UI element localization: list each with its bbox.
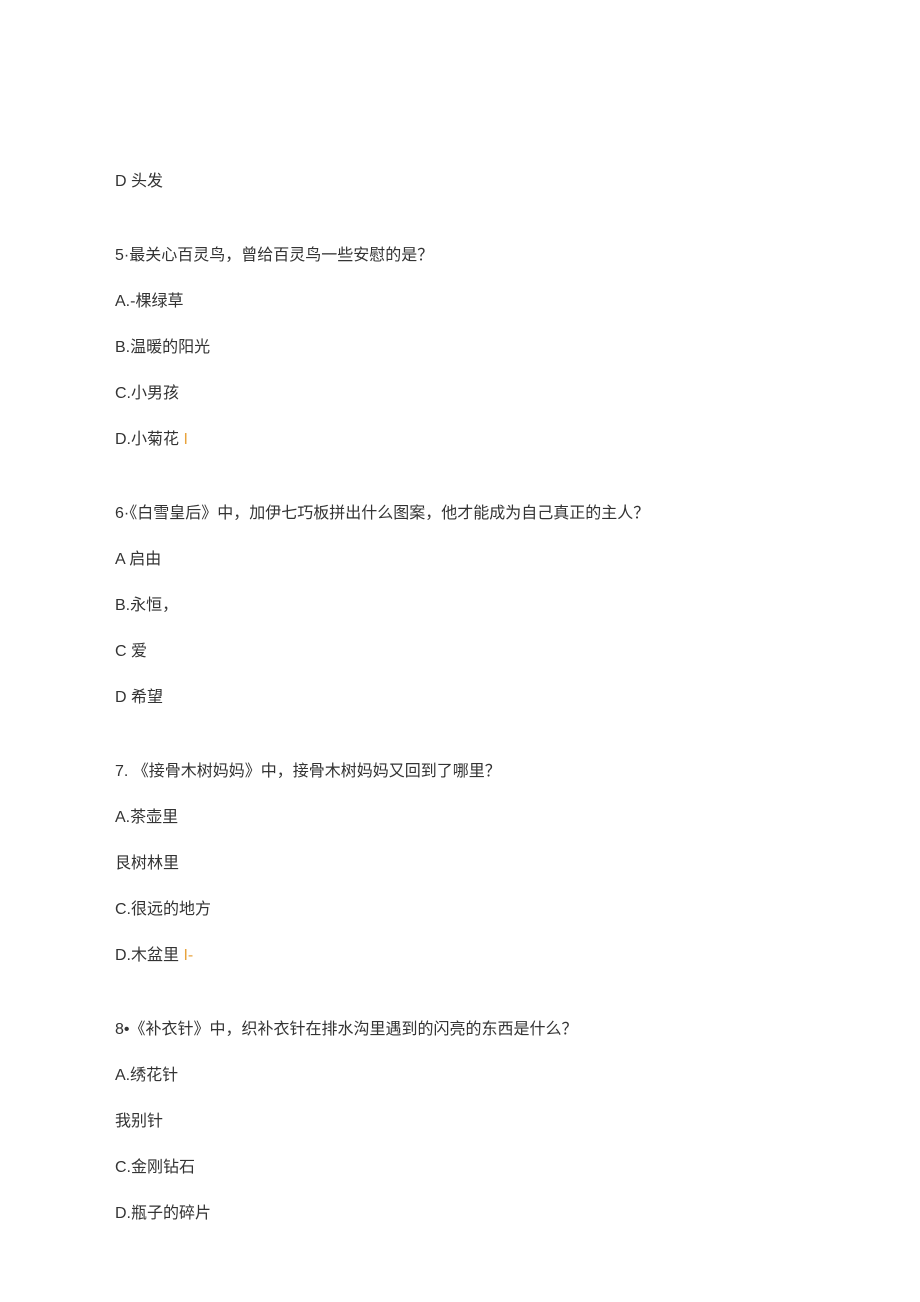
question-6-option-c: C 爱	[115, 640, 805, 664]
question-6-option-b: B.永恒，	[115, 594, 805, 618]
q5-d-prefix: D.小菊花	[115, 431, 183, 448]
question-6-option-d: D 希望	[115, 686, 805, 710]
question-5-option-c: C.小男孩	[115, 382, 805, 406]
option-d-text: D 头发	[115, 170, 805, 194]
question-5-text: 5·最关心百灵鸟，曾给百灵鸟一些安慰的是？	[115, 244, 805, 268]
question-7-text: 7. 《接骨木树妈妈》中，接骨木树妈妈又回到了哪里？	[115, 760, 805, 784]
question-8-option-c: C.金刚钻石	[115, 1156, 805, 1180]
question-6: 6·《白雪皇后》中，加伊七巧板拼出什么图案，他才能成为自己真正的主人？ A 启由…	[115, 502, 805, 710]
question-8-option-d: D.瓶子的碎片	[115, 1202, 805, 1226]
q7-d-suffix: I-	[183, 947, 193, 964]
question-8: 8•《补衣针》中，织补衣针在排水沟里遇到的闪亮的东西是什么？ A.绣花针 我别针…	[115, 1018, 805, 1226]
q7-d-prefix: D.木盆里	[115, 947, 183, 964]
question-6-text: 6·《白雪皇后》中，加伊七巧板拼出什么图案，他才能成为自己真正的主人？	[115, 502, 805, 526]
question-7-option-b: 艮树林里	[115, 852, 805, 876]
question-8-option-a: A.绣花针	[115, 1064, 805, 1088]
question-5: 5·最关心百灵鸟，曾给百灵鸟一些安慰的是？ A.-棵绿草 B.温暖的阳光 C.小…	[115, 244, 805, 452]
question-7-option-d: D.木盆里 I-	[115, 944, 805, 968]
q5-d-suffix: I	[183, 431, 187, 448]
question-5-option-d: D.小菊花 I	[115, 428, 805, 452]
question-8-option-b: 我别针	[115, 1110, 805, 1134]
question-7: 7. 《接骨木树妈妈》中，接骨木树妈妈又回到了哪里？ A.茶壶里 艮树林里 C.…	[115, 760, 805, 968]
question-7-option-a: A.茶壶里	[115, 806, 805, 830]
question-5-option-a: A.-棵绿草	[115, 290, 805, 314]
question-5-option-b: B.温暖的阳光	[115, 336, 805, 360]
block-prev-option: D 头发	[115, 170, 805, 194]
question-7-option-c: C.很远的地方	[115, 898, 805, 922]
question-6-option-a: A 启由	[115, 548, 805, 572]
question-8-text: 8•《补衣针》中，织补衣针在排水沟里遇到的闪亮的东西是什么？	[115, 1018, 805, 1042]
